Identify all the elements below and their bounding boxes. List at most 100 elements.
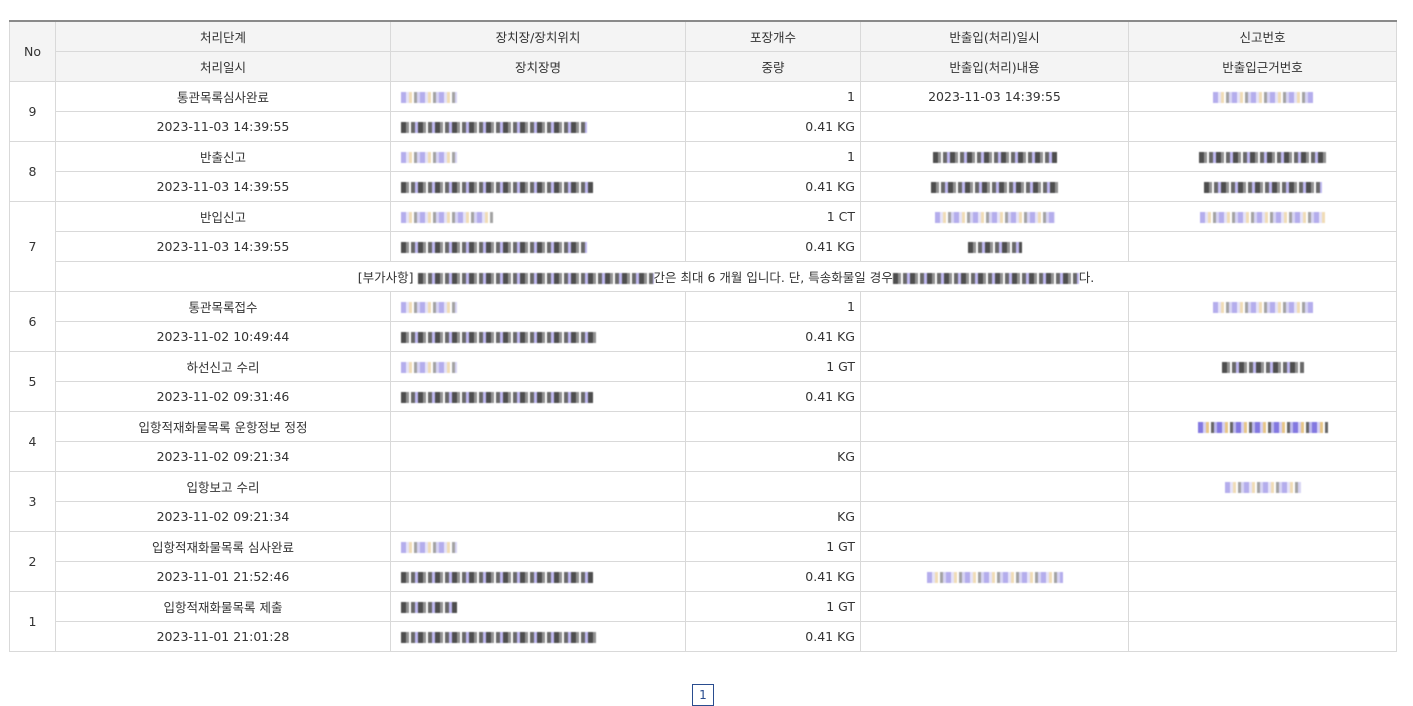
header-location-name: 장치장명 — [390, 50, 686, 82]
location-masked — [390, 200, 686, 232]
process-datetime: 2023-11-02 10:49:44 — [55, 320, 391, 352]
additional-info-mid: 간은 최대 6 개월 입니다. 단, 특송화물일 경우 — [653, 269, 893, 285]
report-number-masked — [1128, 470, 1397, 502]
process-stage: 입항적재화물목록 제출 — [55, 590, 391, 622]
location-masked — [390, 140, 686, 172]
io-basis-number-masked — [1128, 170, 1397, 202]
report-number-masked — [1128, 200, 1397, 232]
weight: KG — [685, 500, 861, 532]
row-number: 2 — [9, 530, 56, 592]
io-content — [860, 440, 1129, 472]
io-content-masked — [860, 170, 1129, 202]
process-stage: 반입신고 — [55, 200, 391, 232]
weight: 0.41 KG — [685, 170, 861, 202]
row-number: 9 — [9, 80, 56, 142]
report-number — [1128, 530, 1397, 562]
location-name-masked — [390, 620, 686, 652]
process-datetime: 2023-11-02 09:21:34 — [55, 500, 391, 532]
process-stage: 입항보고 수리 — [55, 470, 391, 502]
table-row-sub: 2023-11-01 21:52:46 0.41 KG — [10, 560, 1397, 592]
io-basis-number — [1128, 500, 1397, 532]
location-name-masked — [390, 320, 686, 352]
report-number-masked — [1128, 410, 1397, 442]
row-number: 7 — [9, 200, 56, 292]
header-stage: 처리단계 — [55, 20, 391, 52]
table-row-sub: 2023-11-03 14:39:55 0.41 KG — [10, 230, 1397, 262]
header-io-datetime: 반출입(처리)일시 — [860, 20, 1129, 52]
location-masked — [390, 350, 686, 382]
location-name-masked — [390, 110, 686, 142]
location-masked — [390, 530, 686, 562]
table-row-sub: 2023-11-03 14:39:55 0.41 KG — [10, 170, 1397, 202]
report-number-masked — [1128, 80, 1397, 112]
package-count: 1 GT — [685, 590, 861, 622]
package-count: 1 GT — [685, 350, 861, 382]
io-datetime: 2023-11-03 14:39:55 — [860, 80, 1129, 112]
location — [390, 470, 686, 502]
row-number: 3 — [9, 470, 56, 532]
additional-info-masked-2 — [892, 272, 1079, 284]
table-row: 8 반출신고 1 — [9, 140, 1397, 202]
io-datetime-masked — [860, 200, 1129, 232]
pagination-page-button[interactable]: 1 — [692, 684, 714, 706]
additional-info-prefix: [부가사항] — [357, 269, 414, 285]
io-datetime-masked — [860, 140, 1129, 172]
header-io-content: 반출입(처리)내용 — [860, 50, 1129, 82]
table-row: 1 입항적재화물목록 제출 1 GT — [9, 590, 1397, 652]
io-datetime — [860, 350, 1129, 382]
report-number-masked — [1128, 350, 1397, 382]
row-number: 1 — [9, 590, 56, 652]
io-content-masked — [860, 560, 1129, 592]
row-number: 6 — [9, 290, 56, 352]
process-stage: 통관목록접수 — [55, 290, 391, 322]
process-stage: 반출신고 — [55, 140, 391, 172]
row-number: 8 — [9, 140, 56, 202]
table-row-sub: 2023-11-02 09:21:34 KG — [10, 440, 1397, 472]
io-content — [860, 320, 1129, 352]
report-number-masked — [1128, 290, 1397, 322]
table-row-sub: 2023-11-02 09:31:46 0.41 KG — [10, 380, 1397, 412]
header-no: No — [9, 20, 56, 82]
package-count — [685, 410, 861, 442]
table-row: 4 입항적재화물목록 운항정보 정정 — [9, 410, 1397, 472]
io-datetime — [860, 290, 1129, 322]
package-count: 1 CT — [685, 200, 861, 232]
io-content — [860, 110, 1129, 142]
table-row-sub: 2023-11-02 09:21:34 KG — [10, 500, 1397, 532]
io-datetime — [860, 530, 1129, 562]
location-masked — [390, 290, 686, 322]
process-datetime: 2023-11-03 14:39:55 — [55, 230, 391, 262]
table-row-sub: 2023-11-03 14:39:55 0.41 KG — [10, 110, 1397, 142]
process-datetime: 2023-11-01 21:01:28 — [55, 620, 391, 652]
package-count: 1 — [685, 290, 861, 322]
location-name-masked — [390, 170, 686, 202]
report-number — [1128, 590, 1397, 622]
io-basis-number — [1128, 110, 1397, 142]
process-stage: 입항적재화물목록 운항정보 정정 — [55, 410, 391, 442]
location-name-masked — [390, 380, 686, 412]
location-name — [390, 500, 686, 532]
io-content — [860, 500, 1129, 532]
header-weight: 중량 — [685, 50, 861, 82]
location — [390, 410, 686, 442]
process-datetime: 2023-11-02 09:31:46 — [55, 380, 391, 412]
io-datetime — [860, 470, 1129, 502]
row-number: 5 — [9, 350, 56, 412]
header-location: 장치장/장치위치 — [390, 20, 686, 52]
weight: 0.41 KG — [685, 110, 861, 142]
additional-info-row: [부가사항] 간은 최대 6 개월 입니다. 단, 특송화물일 경우 다. — [10, 260, 1397, 292]
header-report-number: 신고번호 — [1128, 20, 1397, 52]
io-datetime — [860, 410, 1129, 442]
location-name-masked — [390, 560, 686, 592]
process-stage: 입항적재화물목록 심사완료 — [55, 530, 391, 562]
weight: 0.41 KG — [685, 380, 861, 412]
cargo-progress-table: No 처리단계 장치장/장치위치 포장개수 반출입(처리)일시 신고번호 처리일… — [9, 20, 1397, 652]
weight: 0.41 KG — [685, 620, 861, 652]
location-name-masked — [390, 230, 686, 262]
io-basis-number — [1128, 230, 1397, 262]
header-process-datetime: 처리일시 — [55, 50, 391, 82]
table-row-sub: 2023-11-02 10:49:44 0.41 KG — [10, 320, 1397, 352]
process-datetime: 2023-11-03 14:39:55 — [55, 170, 391, 202]
package-count — [685, 470, 861, 502]
process-datetime: 2023-11-01 21:52:46 — [55, 560, 391, 592]
